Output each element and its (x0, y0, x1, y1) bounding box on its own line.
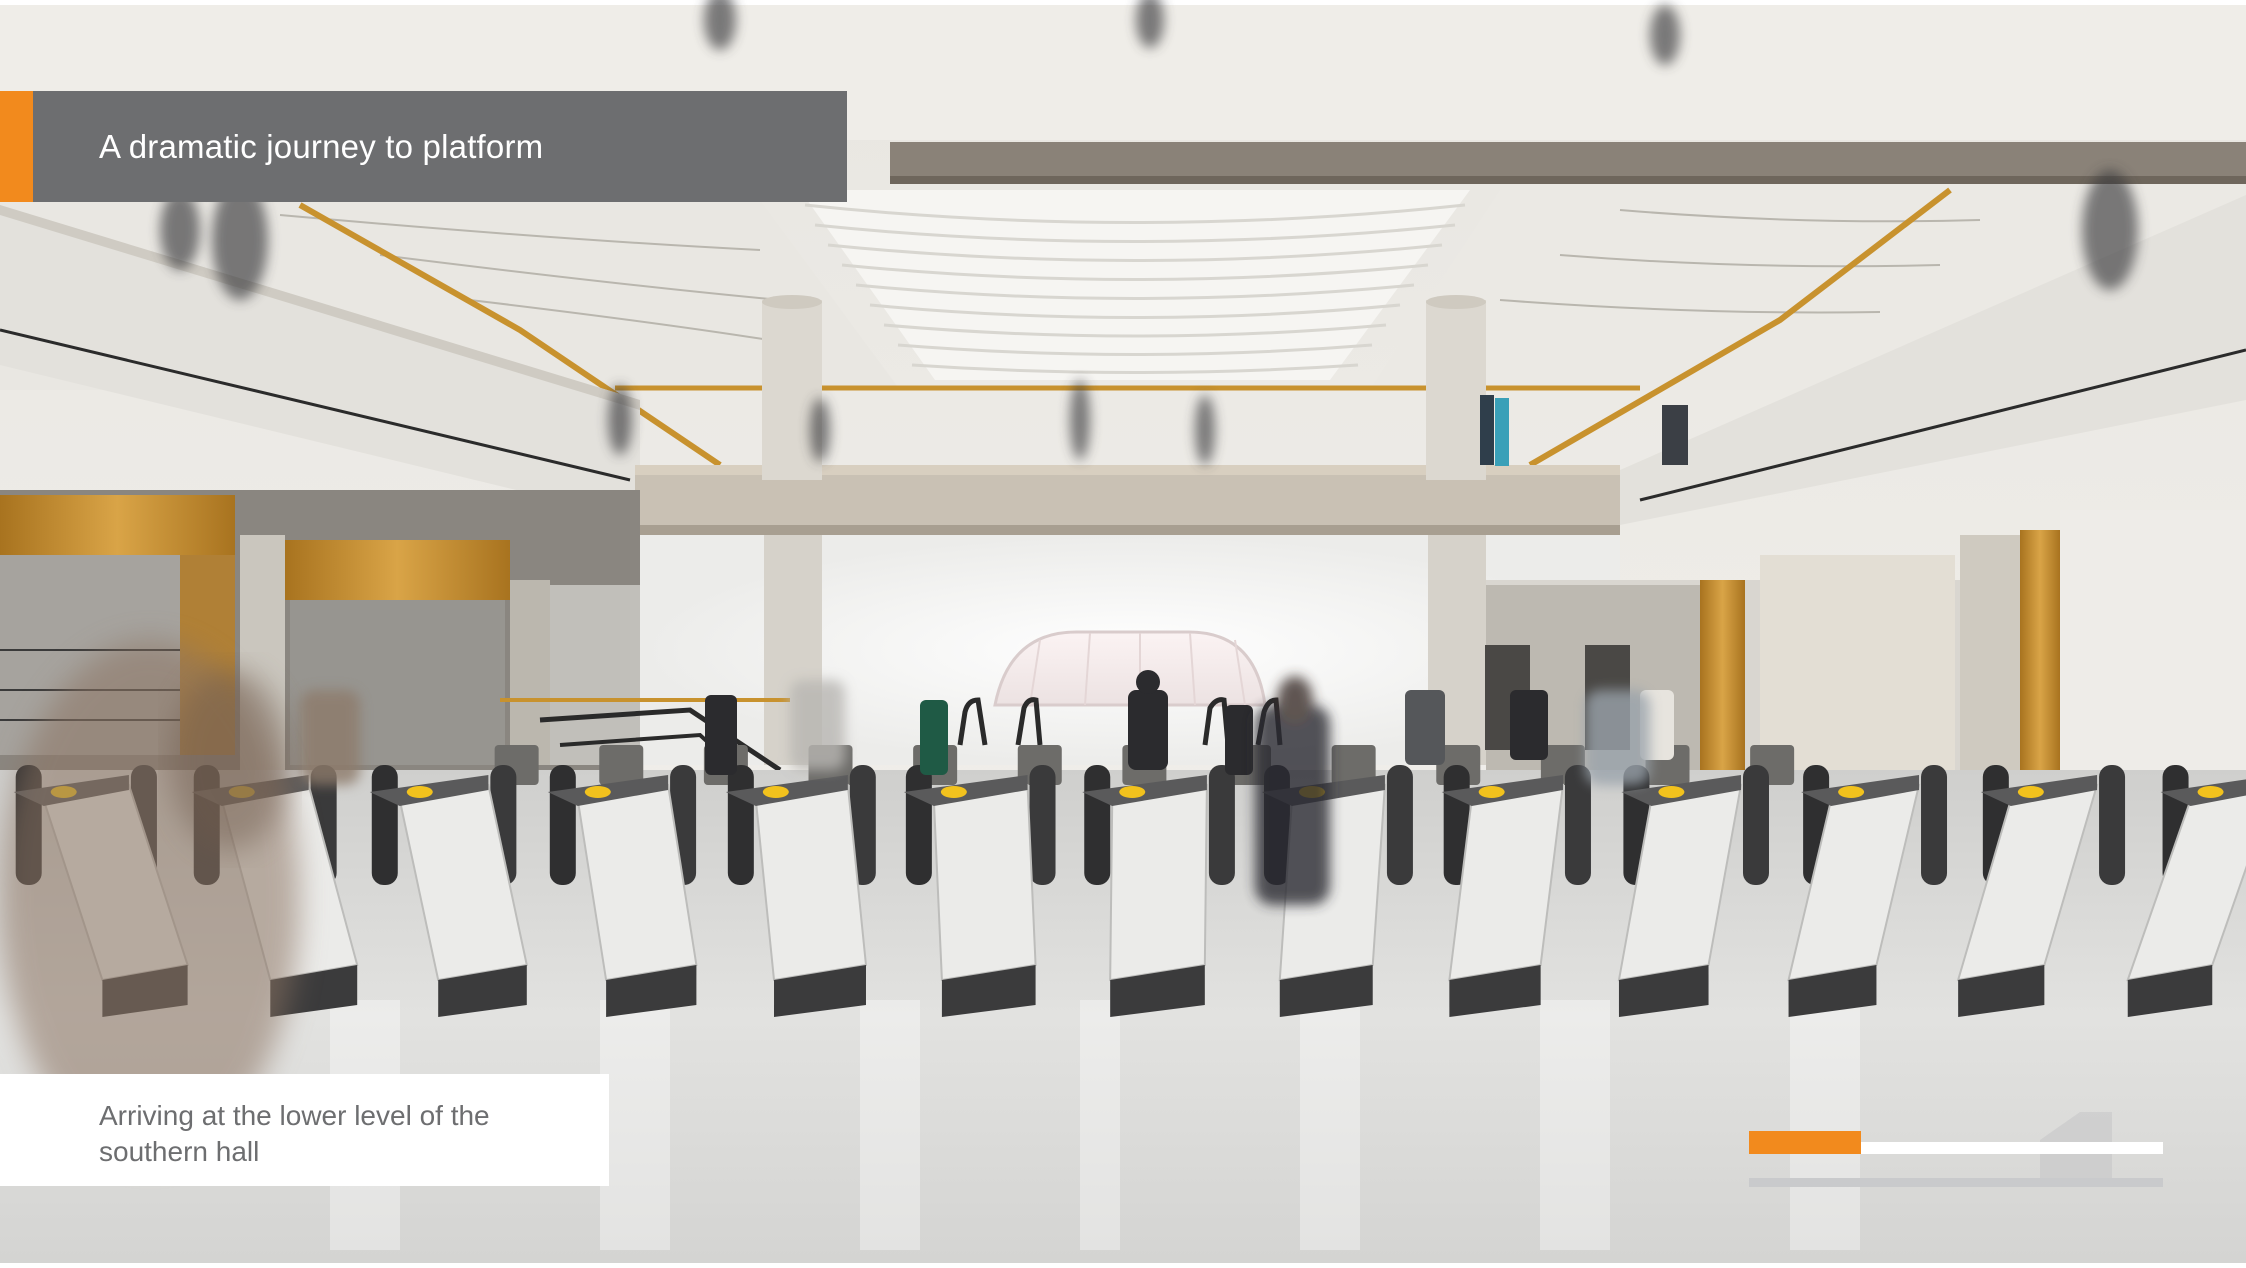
gate-body (932, 783, 1037, 982)
gate-flap (1029, 765, 1056, 885)
slide-progress-indicator (1749, 1131, 2163, 1187)
gate-flap (1742, 765, 1769, 885)
rear-gate (599, 745, 644, 785)
card-reader (2197, 786, 2224, 798)
card-reader (1119, 786, 1146, 798)
gate-flap (1208, 765, 1235, 885)
card-reader (762, 786, 789, 798)
progress-underline (1749, 1178, 2163, 1187)
gate-flap (1386, 765, 1413, 885)
gate-flap (2099, 765, 2126, 885)
card-reader (940, 786, 967, 798)
gate-body (1109, 783, 1208, 982)
gate-flap (1084, 765, 1111, 885)
gate-flap (727, 765, 754, 885)
title-accent-bar (0, 91, 33, 202)
card-reader (2017, 786, 2044, 798)
gate-flap (905, 765, 932, 885)
slide: A dramatic journey to platform Arriving … (0, 0, 2246, 1268)
card-reader (1838, 786, 1865, 798)
gate-flap (371, 765, 398, 885)
gate-flap (1564, 765, 1591, 885)
slide-title: A dramatic journey to platform (99, 128, 544, 165)
gate-flap (549, 765, 576, 885)
title-banner: A dramatic journey to platform (0, 91, 847, 202)
card-reader (1658, 786, 1685, 798)
gate-body (754, 783, 868, 982)
card-reader (584, 786, 611, 798)
card-reader (1478, 786, 1505, 798)
caption-box: Arriving at the lower level of the south… (0, 1074, 609, 1186)
progress-fill (1749, 1131, 1861, 1154)
image-caption: Arriving at the lower level of the south… (99, 1100, 490, 1167)
card-reader (406, 786, 433, 798)
gate-flap (1921, 765, 1948, 885)
